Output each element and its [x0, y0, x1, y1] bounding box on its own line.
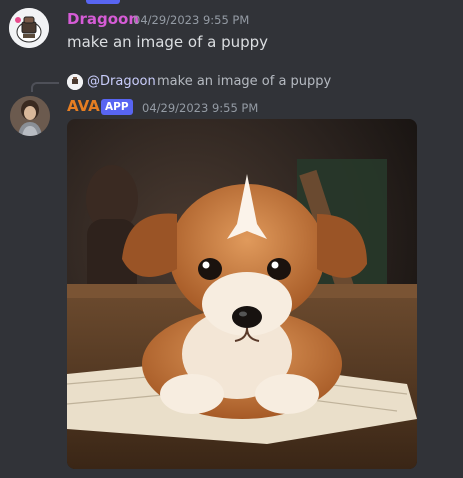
app-badge: APP — [101, 99, 133, 115]
timestamp: 04/29/2023 9:55 PM — [133, 13, 250, 27]
avatar-dragoon[interactable] — [9, 8, 49, 48]
avatar-ava[interactable] — [10, 96, 50, 136]
reply-avatar-icon — [67, 74, 83, 90]
clipped-app-badge — [86, 0, 120, 4]
message-content: make an image of a puppy — [67, 33, 269, 51]
dragoon-avatar-icon — [9, 8, 49, 48]
ava-avatar-icon — [10, 96, 50, 136]
image-attachment[interactable] — [67, 119, 417, 469]
author-name[interactable]: Dragoon — [67, 10, 139, 28]
reply-avatar[interactable] — [67, 74, 83, 90]
previous-message-clipped — [0, 0, 463, 6]
reply-mention[interactable]: @Dragoon — [87, 74, 156, 89]
reply-preview-text[interactable]: make an image of a puppy — [157, 74, 331, 89]
author-name[interactable]: AVA — [67, 97, 100, 115]
puppy-image-icon — [67, 119, 417, 469]
reply-spine — [31, 82, 59, 92]
timestamp: 04/29/2023 9:55 PM — [142, 101, 259, 115]
